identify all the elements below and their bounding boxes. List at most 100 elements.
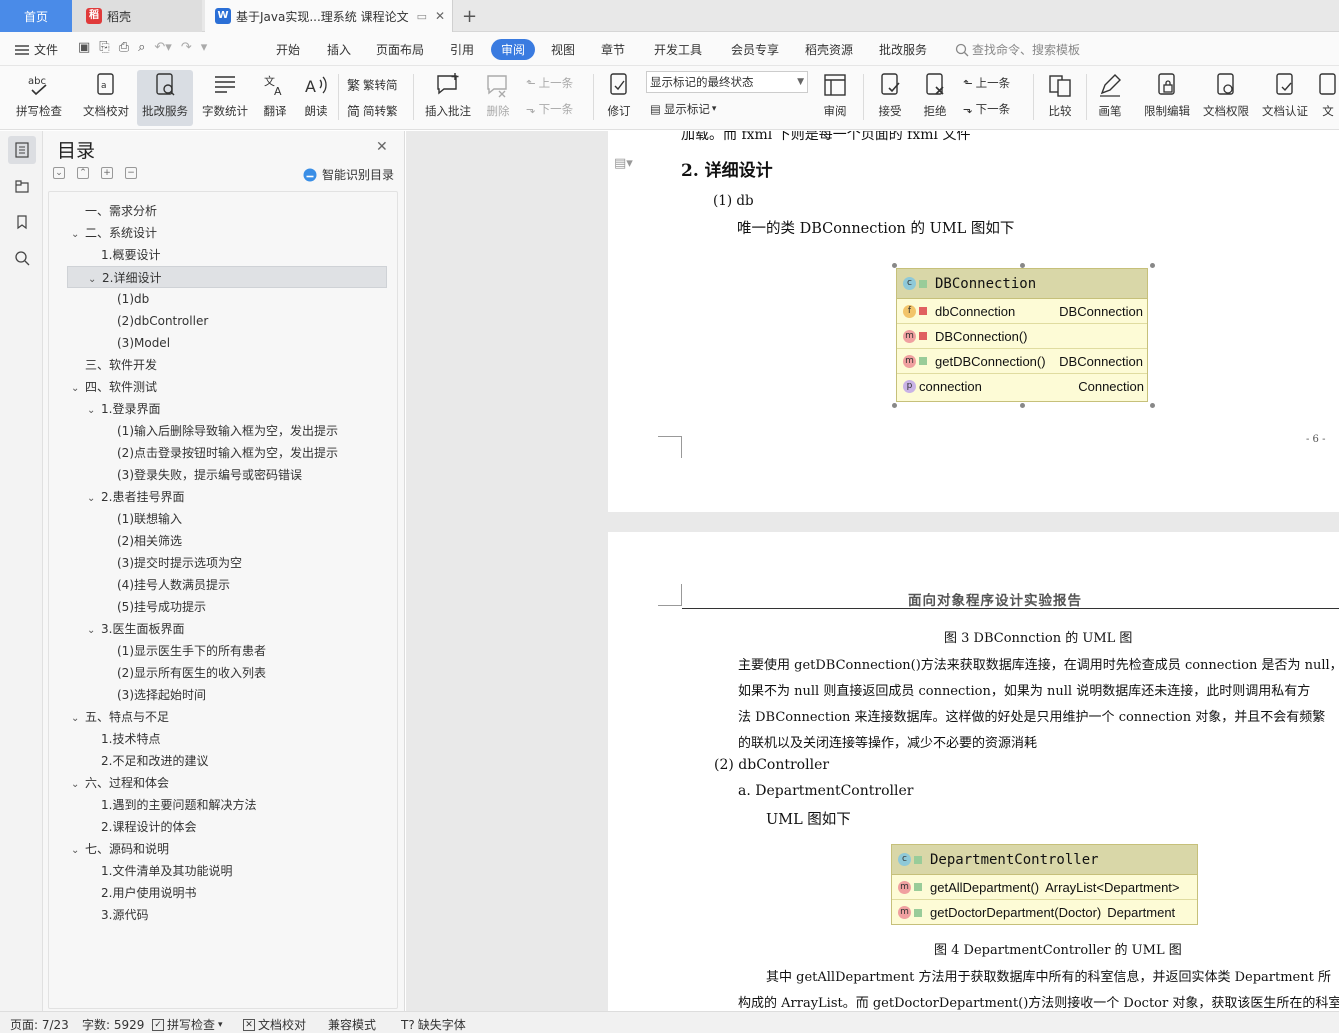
tab-home[interactable]: 首页 — [0, 0, 72, 32]
track-changes-button[interactable]: 修订 — [599, 70, 639, 126]
remove-heading-icon[interactable]: − — [125, 167, 137, 179]
menu-item-view[interactable]: 视图 — [551, 41, 575, 58]
spell-check-button[interactable]: abc 拼写检查 — [8, 70, 70, 126]
resize-handle[interactable] — [1150, 403, 1155, 408]
print-preview-icon[interactable]: ⌕ — [138, 40, 145, 55]
translate-button[interactable]: 文A 翻译 — [256, 70, 294, 126]
menu-item-review[interactable]: 审阅 — [491, 39, 536, 60]
insert-comment-button[interactable]: 插入批注 — [420, 70, 476, 126]
reject-button[interactable]: 拒绝 — [915, 70, 955, 126]
toc-item[interactable]: ⌄ 四、软件测试 — [53, 376, 383, 398]
chevron-down-icon[interactable]: ⌄ — [87, 620, 101, 642]
chevron-down-icon[interactable]: ⌄ — [71, 774, 85, 796]
menu-item-insert[interactable]: 插入 — [327, 41, 351, 58]
command-search[interactable]: 查找命令、搜索模板 — [955, 41, 1080, 58]
new-tab-button[interactable]: + — [462, 0, 477, 32]
proofread-button[interactable]: a 文档校对 — [78, 70, 134, 126]
toc-item[interactable]: ⌄ 二、系统设计 — [53, 222, 383, 244]
pen-button[interactable]: 画笔 — [1093, 70, 1127, 126]
prev-comment-button[interactable]: ⬑ 上一条 — [526, 75, 573, 91]
toc-item[interactable]: (1)db — [53, 288, 383, 310]
toc-item[interactable]: (4)挂号人数满员提示 — [53, 574, 383, 596]
toc-item[interactable]: 1.技术特点 — [53, 728, 383, 750]
toc-item[interactable]: 1.遇到的主要问题和解决方法 — [53, 794, 383, 816]
doc-certify-button[interactable]: 文档认证 — [1259, 70, 1311, 126]
resize-handle[interactable] — [892, 263, 897, 268]
status-spell-check[interactable]: ✓ 拼写检查 ▾ — [152, 1016, 223, 1033]
add-heading-icon[interactable]: + — [101, 167, 113, 179]
toc-item[interactable]: (3)提交时提示选项为空 — [53, 552, 383, 574]
tab-window-icon[interactable]: ▭ — [417, 10, 427, 23]
toc-item[interactable]: (2)点击登录按钮时输入框为空，发出提示 — [53, 442, 383, 464]
resize-handle[interactable] — [1150, 263, 1155, 268]
toc-item[interactable]: (3)登录失败，提示编号或密码错误 — [53, 464, 383, 486]
chevron-down-icon[interactable]: ⌄ — [71, 378, 85, 400]
uml-diagram-dbconnection[interactable]: c DBConnection f dbConnection DBConnection … — [896, 268, 1148, 402]
uml-diagram-departmentcontroller[interactable]: c DepartmentController m getAllDepartment(… — [891, 844, 1198, 925]
simp-to-trad-button[interactable]: 简简转繁 — [347, 101, 398, 121]
toc-item[interactable]: (2)相关筛选 — [53, 530, 383, 552]
toc-panel-icon[interactable] — [8, 136, 36, 164]
find-icon[interactable] — [8, 244, 36, 272]
status-proofread[interactable]: ✕ 文档校对 — [243, 1016, 306, 1033]
chevron-down-icon[interactable]: ⌄ — [71, 840, 85, 862]
toc-item[interactable]: ⌄ 2.详细设计 — [67, 266, 387, 288]
resize-handle[interactable] — [892, 403, 897, 408]
restrict-edit-button[interactable]: 限制编辑 — [1141, 70, 1193, 126]
menu-item-devtools[interactable]: 开发工具 — [654, 41, 702, 58]
toc-item[interactable]: ⌄ 五、特点与不足 — [53, 706, 383, 728]
toc-item[interactable]: 2.不足和改进的建议 — [53, 750, 383, 772]
toc-item[interactable]: 1.概要设计 — [53, 244, 383, 266]
toc-item[interactable]: 3.源代码 — [53, 904, 383, 926]
undo-icon[interactable]: ↶▾ — [154, 40, 171, 55]
save-icon[interactable]: ▣ — [78, 40, 90, 55]
menu-item-layout[interactable]: 页面布局 — [376, 41, 424, 58]
toc-item[interactable]: (2)显示所有医生的收入列表 — [53, 662, 383, 684]
delete-comment-button[interactable]: 删除 — [480, 70, 516, 126]
correction-service-button[interactable]: 批改服务 — [137, 70, 193, 126]
toc-item[interactable]: ⌄ 六、过程和体会 — [53, 772, 383, 794]
chevron-down-icon[interactable]: ⌄ — [87, 400, 101, 422]
toc-item[interactable]: ⌄ 1.登录界面 — [53, 398, 383, 420]
smart-toc-button[interactable]: 智能识别目录 — [303, 166, 394, 183]
menu-item-start[interactable]: 开始 — [276, 41, 300, 58]
toc-item[interactable]: (2)dbController — [53, 310, 383, 332]
tab-close-icon[interactable]: ✕ — [435, 9, 445, 23]
export-pdf-icon[interactable]: ⎘ — [99, 40, 109, 55]
toc-item[interactable]: ⌄ 七、源码和说明 — [53, 838, 383, 860]
toc-item[interactable]: (1)输入后删除导致输入框为空，发出提示 — [53, 420, 383, 442]
chapter-nav-icon[interactable] — [8, 172, 36, 200]
menu-item-member[interactable]: 会员专享 — [731, 41, 779, 58]
resize-handle[interactable] — [1020, 403, 1025, 408]
toc-item[interactable]: 三、软件开发 — [53, 354, 383, 376]
print-icon[interactable]: ⎙ — [119, 40, 129, 55]
markup-state-select[interactable]: 显示标记的最终状态 ▼ — [646, 71, 808, 93]
word-count-button[interactable]: 字数统计 — [197, 70, 253, 126]
show-markup-button[interactable]: ▤ 显示标记 ▾ — [650, 101, 716, 117]
toc-item[interactable]: (3)Model — [53, 332, 383, 354]
bookmark-icon[interactable] — [8, 208, 36, 236]
chevron-down-icon[interactable]: ⌄ — [71, 708, 85, 730]
missing-font-button[interactable]: T? 缺失字体 — [401, 1016, 466, 1033]
menu-item-daoke-resources[interactable]: 稻壳资源 — [805, 41, 853, 58]
menu-item-chapter[interactable]: 章节 — [601, 41, 625, 58]
compare-button[interactable]: 比较 — [1040, 70, 1080, 126]
collapse-all-icon[interactable]: ⌄ — [53, 167, 65, 179]
toc-item[interactable]: 一、需求分析 — [53, 200, 383, 222]
tab-document[interactable]: W 基于Java实现...理系统 课程论文 ▭ ✕ — [205, 0, 453, 32]
chevron-down-icon[interactable]: ⌄ — [87, 488, 101, 510]
redo-icon[interactable]: ↷ — [181, 40, 192, 55]
close-icon[interactable]: ✕ — [376, 139, 388, 155]
doc-rights-button[interactable]: 文档权限 — [1200, 70, 1252, 126]
expand-up-icon[interactable]: ⌃ — [77, 167, 89, 179]
toc-item[interactable]: (3)选择起始时间 — [53, 684, 383, 706]
menu-item-references[interactable]: 引用 — [450, 41, 474, 58]
toc-item[interactable]: ⌄ 3.医生面板界面 — [53, 618, 383, 640]
tab-daoke[interactable]: 稻稻壳 — [72, 0, 202, 32]
resize-handle[interactable] — [1020, 263, 1025, 268]
toc-item[interactable]: 1.文件清单及其功能说明 — [53, 860, 383, 882]
more-dropdown-icon[interactable]: ▾ — [201, 40, 208, 55]
toc-item[interactable]: (5)挂号成功提示 — [53, 596, 383, 618]
toc-item[interactable]: (1)显示医生手下的所有患者 — [53, 640, 383, 662]
next-change-button[interactable]: ⬎ 下一条 — [963, 101, 1010, 117]
